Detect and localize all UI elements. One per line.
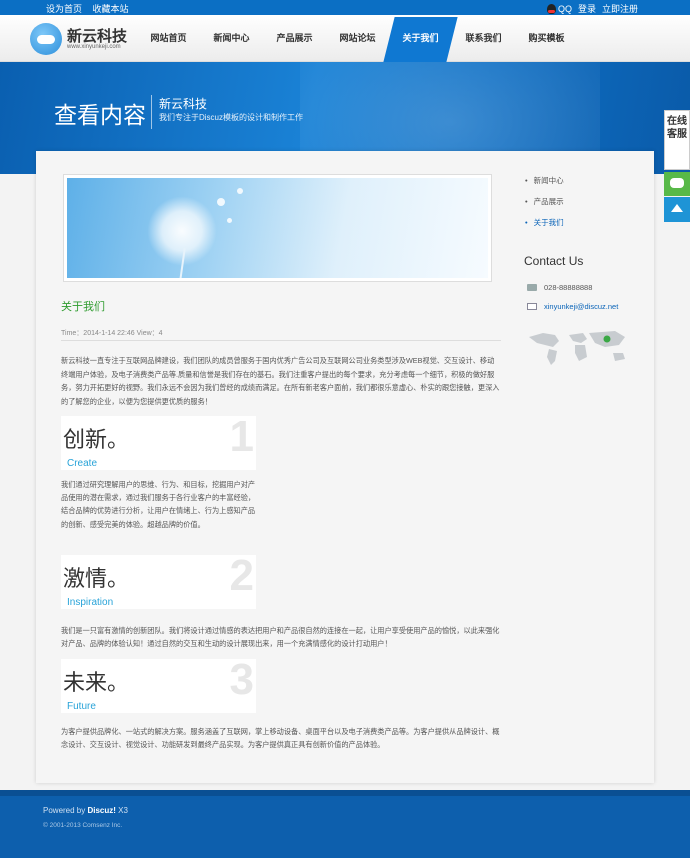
section-number: 2	[229, 555, 254, 600]
bookmark-link[interactable]: 收藏本站	[93, 4, 129, 14]
section-title-en: Inspiration	[67, 597, 114, 608]
top-utility-bar: 设为首页 收藏本站 QQ 登录 立即注册	[0, 0, 690, 15]
main-nav: 网站首页 新闻中心 产品展示 网站论坛 关于我们 联系我们 购买模板	[137, 15, 578, 62]
banner-divider	[151, 95, 152, 129]
nav-item-buy-template[interactable]: 购买模板	[515, 15, 578, 62]
section-title-cn: 激情。	[63, 566, 130, 591]
section-number: 1	[229, 416, 254, 461]
nav-item-home[interactable]: 网站首页	[137, 15, 200, 62]
mail-icon	[527, 303, 537, 310]
contact-email[interactable]: xinyunkeji@discuz.net	[544, 302, 618, 311]
discuz-link[interactable]: Discuz!	[87, 806, 115, 815]
section-inspiration-text: 我们是一只富有激情的创新团队。我们将设计通过情感的表达把用户和产品很自然的连接在…	[61, 626, 500, 649]
register-link[interactable]: 立即注册	[602, 2, 638, 15]
banner-site-name: 新云科技	[159, 97, 208, 111]
page-title: 查看内容	[54, 102, 146, 128]
sidebar-item-news[interactable]: 新闻中心	[525, 175, 564, 186]
section-number: 3	[229, 659, 254, 704]
seed	[227, 218, 232, 223]
login-link[interactable]: 登录	[578, 2, 596, 15]
section-create-header: 1 创新。 Create	[61, 416, 256, 470]
content-panel: 关于我们 Time：2014-1-14 22:46 View：4 新云科技一直专…	[36, 151, 654, 783]
chat-icon[interactable]	[664, 172, 690, 196]
contact-email-row: xinyunkeji@discuz.net	[527, 302, 618, 311]
phone-icon	[527, 284, 537, 291]
map-pin-icon	[603, 335, 611, 343]
section-future-text: 为客户提供品牌化、一站式的解决方案。服务涵盖了互联网，掌上移动设备、桌面平台以及…	[61, 727, 500, 750]
dandelion-image	[67, 178, 488, 278]
sidebar-item-about[interactable]: 关于我们	[525, 217, 564, 228]
banner-slogan: 我们专注于Discuz模板的设计和制作工作	[159, 113, 304, 122]
section-title-cn: 创新。	[63, 427, 130, 452]
nav-item-about[interactable]: 关于我们	[389, 15, 452, 62]
seed	[237, 188, 243, 194]
article-title: 关于我们	[61, 301, 105, 313]
world-map-icon	[529, 331, 625, 365]
cloud-logo-icon[interactable]	[30, 23, 62, 55]
section-title-en: Future	[67, 701, 96, 712]
article-meta: Time：2014-1-14 22:46 View：4	[61, 330, 163, 337]
back-to-top-icon[interactable]	[664, 197, 690, 222]
contact-phone: 028-88888888	[544, 283, 593, 292]
nav-item-contact[interactable]: 联系我们	[452, 15, 515, 62]
section-title-cn: 未来。	[63, 670, 130, 695]
nav-item-forum[interactable]: 网站论坛	[326, 15, 389, 62]
online-service-button[interactable]: 在线客服	[664, 110, 690, 170]
contact-title: Contact Us	[524, 254, 584, 268]
nav-item-products[interactable]: 产品展示	[263, 15, 326, 62]
divider	[61, 340, 501, 341]
set-home-link[interactable]: 设为首页	[46, 4, 82, 14]
site-header: 新云科技 www.xinyunkeji.com 网站首页 新闻中心 产品展示 网…	[0, 15, 690, 62]
hero-image	[63, 174, 492, 282]
logo-url: www.xinyunkeji.com	[67, 44, 121, 50]
article-intro: 新云科技一直专注于互联网品牌建设，我们团队的成员曾服务于国内优秀广告公司及互联网…	[61, 356, 500, 406]
contact-phone-row: 028-88888888	[527, 283, 592, 292]
seed	[217, 198, 225, 206]
section-create-text: 我们通过研究理解用户的思维、行为、和目标，挖掘用户对产品使用的潜在需求，通过我们…	[61, 480, 256, 529]
section-future-header: 3 未来。 Future	[61, 659, 256, 713]
site-footer: Powered by Discuz! X3 © 2001-2013 Comsen…	[0, 790, 690, 858]
section-inspiration-header: 2 激情。 Inspiration	[61, 555, 256, 609]
copyright: © 2001-2013 Comsenz Inc.	[43, 822, 123, 829]
nav-item-news[interactable]: 新闻中心	[200, 15, 263, 62]
qq-login-link[interactable]: QQ	[558, 4, 572, 14]
qq-icon[interactable]	[546, 3, 556, 14]
powered-by: Powered by Discuz! X3	[43, 806, 128, 815]
section-title-en: Create	[67, 458, 98, 469]
sidebar-item-products[interactable]: 产品展示	[525, 196, 564, 207]
logo-title[interactable]: 新云科技	[67, 25, 127, 46]
sidebar-links: 新闻中心 产品展示 关于我们	[525, 175, 564, 238]
